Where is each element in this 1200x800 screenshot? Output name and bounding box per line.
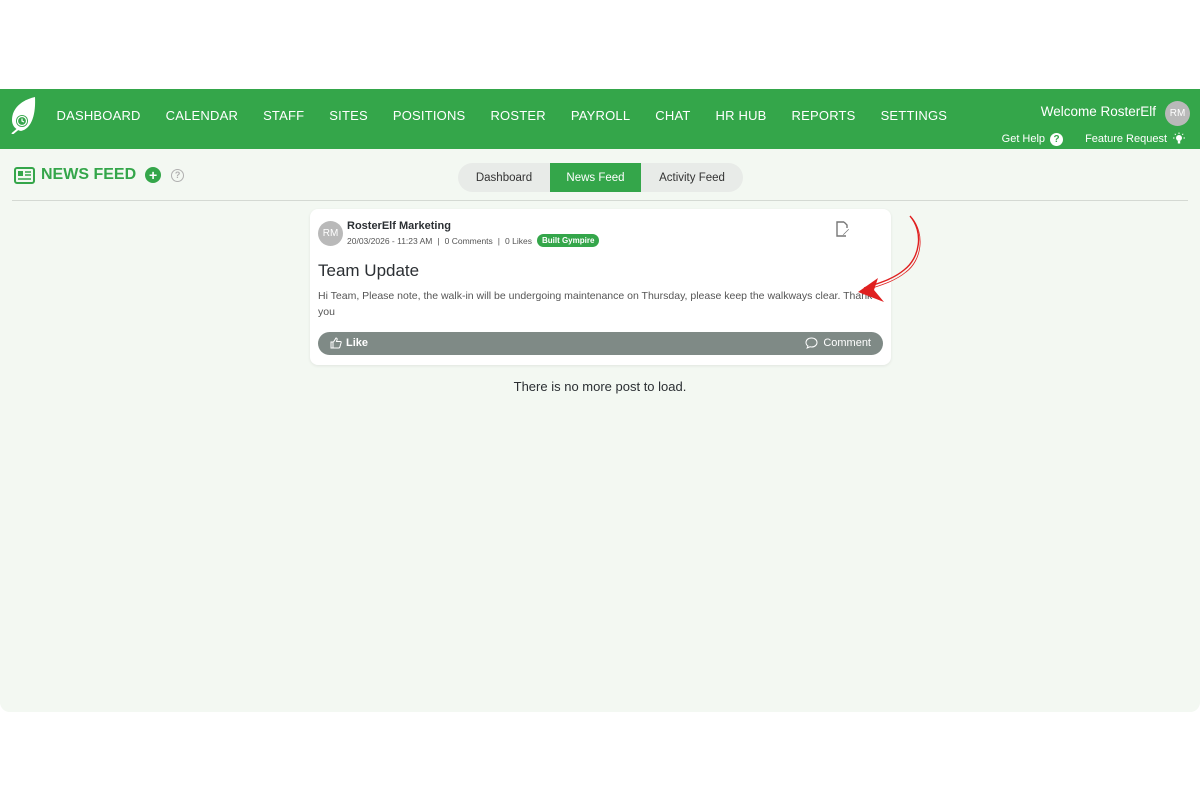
top-navbar: DASHBOARD CALENDAR STAFF SITES POSITIONS… bbox=[0, 89, 1200, 149]
nav-hr-hub[interactable]: HR HUB bbox=[703, 108, 779, 123]
nav-positions[interactable]: POSITIONS bbox=[380, 108, 478, 123]
post-card: RM RosterElf Marketing 20/03/2026 - 11:2… bbox=[310, 209, 891, 365]
get-help-label: Get Help bbox=[1001, 133, 1046, 145]
meta-separator: | bbox=[497, 235, 501, 246]
feature-request-label: Feature Request bbox=[1085, 133, 1167, 145]
post-body: Hi Team, Please note, the walk-in will b… bbox=[318, 290, 873, 318]
thumbs-up-icon bbox=[330, 337, 342, 349]
meta-separator: | bbox=[437, 235, 440, 246]
rosterelf-logo-icon[interactable] bbox=[8, 96, 38, 134]
post-author-avatar: RM bbox=[318, 221, 343, 246]
nav-reports[interactable]: REPORTS bbox=[779, 108, 868, 123]
no-more-posts-message: There is no more post to load. bbox=[513, 379, 687, 394]
tab-news-feed[interactable]: News Feed bbox=[550, 163, 641, 192]
post-title: Team Update bbox=[318, 261, 420, 280]
news-feed-icon bbox=[14, 166, 35, 184]
help-links: Get Help ? Feature Request bbox=[980, 132, 1186, 146]
tab-dashboard[interactable]: Dashboard bbox=[458, 163, 550, 192]
feature-request-link[interactable]: Feature Request bbox=[1085, 132, 1186, 146]
add-post-button[interactable]: + bbox=[145, 167, 162, 183]
header-divider bbox=[12, 200, 1188, 201]
app-window: DASHBOARD CALENDAR STAFF SITES POSITIONS… bbox=[0, 89, 1200, 712]
page-header: NEWS FEED + ? bbox=[14, 166, 185, 184]
edit-post-icon[interactable] bbox=[834, 221, 850, 237]
comment-label: Comment bbox=[823, 337, 871, 349]
post-action-bar: Like Comment bbox=[318, 332, 883, 355]
nav-sites[interactable]: SITES bbox=[317, 108, 381, 123]
nav-roster[interactable]: ROSTER bbox=[478, 108, 558, 123]
post-like-count: 0 Likes bbox=[505, 235, 532, 246]
like-button[interactable]: Like bbox=[330, 337, 368, 349]
like-label: Like bbox=[346, 337, 369, 349]
help-info-icon[interactable]: ? bbox=[171, 168, 185, 182]
nav-settings[interactable]: SETTINGS bbox=[868, 108, 960, 123]
post-author: RosterElf Marketing bbox=[347, 220, 451, 232]
page-title: NEWS FEED bbox=[41, 166, 137, 183]
nav-payroll[interactable]: PAYROLL bbox=[558, 108, 642, 123]
nav-calendar[interactable]: CALENDAR bbox=[153, 108, 250, 123]
lightbulb-icon bbox=[1173, 132, 1185, 144]
question-icon: ? bbox=[1050, 132, 1064, 146]
welcome-text: Welcome RosterElf bbox=[1040, 104, 1156, 119]
user-avatar[interactable]: RM bbox=[1165, 101, 1190, 126]
main-content: NEWS FEED + ? Dashboard News Feed Activi… bbox=[0, 149, 1200, 712]
post-date: 20/03/2026 - 11:23 AM bbox=[347, 235, 433, 246]
comment-button[interactable]: Comment bbox=[805, 337, 871, 349]
comment-bubble-icon bbox=[805, 337, 818, 349]
nav-dashboard[interactable]: DASHBOARD bbox=[44, 108, 153, 123]
nav-chat[interactable]: CHAT bbox=[643, 108, 703, 123]
tab-activity-feed[interactable]: Activity Feed bbox=[641, 163, 743, 192]
main-nav: DASHBOARD CALENDAR STAFF SITES POSITIONS… bbox=[44, 89, 960, 141]
site-badge: Built Gympire bbox=[536, 234, 600, 247]
nav-staff[interactable]: STAFF bbox=[251, 108, 317, 123]
feed-tabs: Dashboard News Feed Activity Feed bbox=[458, 163, 743, 192]
post-comment-count: 0 Comments bbox=[444, 235, 493, 246]
get-help-link[interactable]: Get Help ? bbox=[1001, 132, 1064, 146]
post-meta: 20/03/2026 - 11:23 AM | 0 Comments | 0 L… bbox=[347, 234, 600, 247]
